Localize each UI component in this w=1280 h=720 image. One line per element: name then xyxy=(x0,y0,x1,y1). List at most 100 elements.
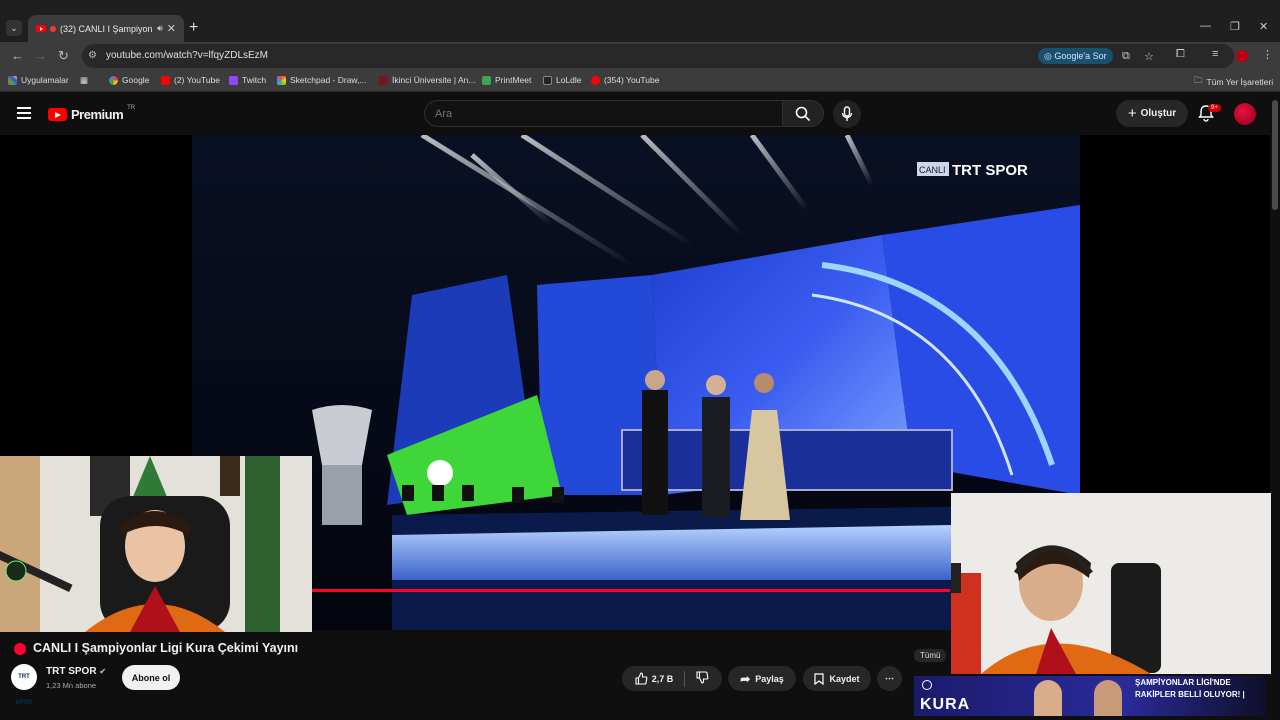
bookmark-label: PrintMeet xyxy=(495,75,532,85)
more-actions-button[interactable]: ⋯ xyxy=(877,666,902,691)
lens-icon: ◎ xyxy=(1044,51,1055,61)
bookmark-label: Sketchpad - Draw,... xyxy=(290,75,367,85)
tab-close-icon[interactable]: ✕ xyxy=(167,22,176,35)
browser-tab-strip: ⌄ (32) CANLI I Şampiyonla... 🔊︎ ✕ + — ❐ … xyxy=(0,0,1280,42)
channel-bug-name: TRT SPOR xyxy=(952,162,1028,179)
bookmark-youtube-2[interactable]: (354) YouTube xyxy=(591,75,659,85)
bookmark-label: İkinci Üniversite | An... xyxy=(392,75,476,85)
thumbs-up-icon xyxy=(635,672,648,685)
recording-indicator-icon xyxy=(50,25,56,32)
university-icon xyxy=(379,75,388,85)
forward-icon[interactable]: → xyxy=(34,48,47,63)
tab-search-button[interactable]: ⌄ xyxy=(6,20,22,36)
share-button[interactable]: ➦ Paylaş xyxy=(728,666,796,691)
bookmark-apps[interactable]: Uygulamalar xyxy=(8,75,69,85)
share-label: Paylaş xyxy=(755,673,784,684)
bookmark-grid[interactable]: ▦ xyxy=(80,75,88,86)
cast-icon[interactable]: ⧉ xyxy=(1122,50,1130,63)
restore-window-icon[interactable]: ❐ xyxy=(1230,20,1240,33)
channel-name-text: TRT SPOR xyxy=(46,666,97,677)
thumbnail-overlay-text: KURA xyxy=(920,696,971,713)
youtube-premium-logo[interactable]: Premium TR xyxy=(48,105,135,122)
bookmarks-bar: Uygulamalar ▦ Google (2) YouTube Twitch … xyxy=(0,70,1280,92)
streamer-webcam-right xyxy=(951,493,1271,674)
video-frame[interactable]: CANLI TRT SPOR xyxy=(192,135,1080,630)
reload-icon[interactable]: ↻ xyxy=(58,48,69,64)
video-title: CANLI I Şampiyonlar Ligi Kura Çekimi Yay… xyxy=(33,641,299,655)
hamburger-menu-icon[interactable] xyxy=(17,107,31,119)
streamer-image-left xyxy=(0,456,312,632)
site-info-icon[interactable]: ⚙ xyxy=(88,50,97,61)
youtube-logo-icon xyxy=(48,108,67,121)
bookmark-label: Google xyxy=(122,75,150,85)
bookmark-loldle[interactable]: LoLdle xyxy=(543,75,582,85)
new-tab-button[interactable]: + xyxy=(189,19,198,37)
like-count: 2,7 B xyxy=(651,673,674,684)
url-text[interactable]: youtube.com/watch?v=lfqyZDLsEzM xyxy=(106,50,268,61)
channel-avatar[interactable]: TRT SPOR xyxy=(11,664,37,706)
grid-icon: ▦ xyxy=(80,75,89,85)
share-arrow-icon: ➦ xyxy=(740,671,751,686)
dislike-button[interactable] xyxy=(696,671,709,686)
google-ask-button[interactable]: ◎ Google'a Sor xyxy=(1038,48,1113,64)
bookmark-label: (2) YouTube xyxy=(174,75,220,85)
bookmark-star-icon[interactable]: ☆ xyxy=(1144,50,1154,63)
create-label: Oluştur xyxy=(1140,108,1177,119)
create-button[interactable]: + Oluştur xyxy=(1116,100,1188,127)
bookmark-twitch[interactable]: Twitch xyxy=(229,75,266,85)
like-dislike-bar: 2,7 B xyxy=(622,666,722,691)
google-icon xyxy=(109,75,118,85)
twitch-icon xyxy=(229,75,238,85)
sketchpad-icon xyxy=(277,75,286,85)
extensions-icon[interactable]: ⧠ xyxy=(1176,48,1185,61)
recommended-channel-logo-icon xyxy=(922,680,932,690)
account-avatar[interactable] xyxy=(1234,103,1256,125)
speaker-icon[interactable]: 🔊︎ xyxy=(157,23,163,34)
search-box[interactable] xyxy=(424,100,782,127)
all-bookmarks-folder[interactable]: 🗀︎ Tüm Yer İşaretleri xyxy=(1194,75,1273,89)
back-icon[interactable]: ← xyxy=(11,48,24,63)
recommended-video-title[interactable]: ŞAMPİYONLAR LİGİ'NDE RAKİPLER BELLİ OLUY… xyxy=(1135,677,1265,701)
microphone-icon xyxy=(841,106,853,121)
youtube-icon xyxy=(591,75,600,85)
like-divider xyxy=(684,670,686,687)
page-scrollbar[interactable] xyxy=(1272,100,1278,210)
thumbnail-person-1 xyxy=(1034,680,1062,716)
subscribe-button[interactable]: Abone ol xyxy=(122,665,180,690)
bookmark-label: LoLdle xyxy=(556,75,582,85)
browser-tab-active[interactable]: (32) CANLI I Şampiyonla... 🔊︎ ✕ xyxy=(28,15,184,42)
search-button[interactable] xyxy=(782,100,824,127)
live-bug-label: CANLI xyxy=(919,165,946,175)
playback-progress-bar[interactable] xyxy=(312,589,950,592)
save-button[interactable]: Kaydet xyxy=(803,666,871,691)
bookmark-label: Uygulamalar xyxy=(21,75,69,85)
search-icon xyxy=(795,106,811,122)
media-control-icon[interactable]: ≡ xyxy=(1212,48,1218,60)
bookmark-ikinci-universite[interactable]: İkinci Üniversite | An... xyxy=(379,75,475,85)
bookmark-youtube[interactable]: (2) YouTube xyxy=(161,75,220,85)
filter-chip-all[interactable]: Tümü xyxy=(914,649,947,662)
search-input[interactable] xyxy=(435,108,735,120)
bookmark-sketchpad[interactable]: Sketchpad - Draw,... xyxy=(277,75,367,85)
like-button[interactable]: 2,7 B xyxy=(635,672,674,685)
bookmark-printmeet[interactable]: PrintMeet xyxy=(482,75,531,85)
live-indicator-icon xyxy=(14,643,26,655)
address-bar[interactable]: ⚙ youtube.com/watch?v=lfqyZDLsEzM ◎ Goog… xyxy=(82,44,1234,68)
verified-badge-icon: ✔ xyxy=(99,667,107,676)
loldle-icon xyxy=(543,75,552,85)
save-label: Kaydet xyxy=(829,673,860,684)
channel-name[interactable]: TRT SPOR ✔ xyxy=(46,666,106,677)
plus-icon: + xyxy=(1127,105,1137,122)
thumbnail-person-2 xyxy=(1094,680,1122,716)
bookmark-google[interactable]: Google xyxy=(109,75,149,85)
streamer-webcam-left xyxy=(0,456,312,632)
browser-menu-icon[interactable]: ⋮ xyxy=(1262,48,1273,61)
profile-avatar[interactable] xyxy=(1236,50,1248,62)
minimize-window-icon[interactable]: — xyxy=(1200,20,1211,32)
close-window-icon[interactable]: ✕ xyxy=(1259,20,1268,33)
bookmark-label: Tüm Yer İşaretleri xyxy=(1206,77,1274,87)
stage-scene-image: CANLI TRT SPOR xyxy=(192,135,1080,630)
apps-grid-icon xyxy=(8,75,17,85)
youtube-header: Premium TR + Oluştur xyxy=(0,93,1280,135)
voice-search-button[interactable] xyxy=(833,100,861,128)
